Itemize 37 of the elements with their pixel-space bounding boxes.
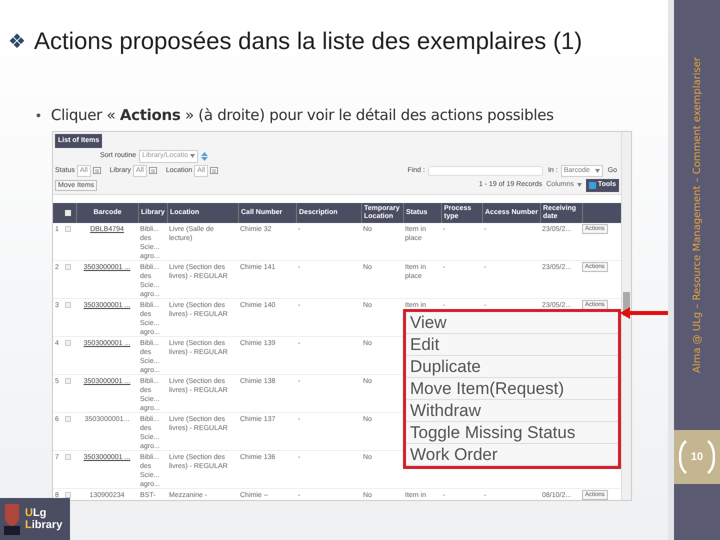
menu-item[interactable]: Withdraw bbox=[406, 400, 618, 422]
caret-icon bbox=[190, 154, 196, 158]
menu-item[interactable]: Edit bbox=[406, 334, 618, 356]
row-checkbox[interactable] bbox=[64, 378, 70, 384]
row-checkbox[interactable] bbox=[64, 416, 70, 422]
sort-arrows-icon[interactable] bbox=[201, 152, 208, 161]
bullet: • bbox=[36, 106, 41, 125]
menu-item[interactable]: Work Order bbox=[406, 444, 618, 466]
page-number: 10 bbox=[690, 450, 704, 465]
menu-item[interactable]: Move Item(Request) bbox=[406, 378, 618, 400]
menu-item[interactable]: View bbox=[406, 312, 618, 334]
row-checkbox[interactable] bbox=[64, 226, 70, 232]
footer-text: Alma @ ULg – Resource Management – Comment exemplariser bbox=[690, 57, 704, 373]
select-all-checkbox[interactable] bbox=[64, 210, 70, 216]
row-checkbox[interactable] bbox=[64, 454, 70, 460]
logo-text: Library bbox=[25, 519, 62, 531]
row-checkbox[interactable] bbox=[64, 302, 70, 308]
menu-item[interactable]: Toggle Missing Status bbox=[406, 422, 618, 444]
row-checkbox[interactable] bbox=[64, 340, 70, 346]
logo-text: ULg bbox=[25, 507, 48, 519]
crest-icon bbox=[2, 502, 22, 536]
menu-item[interactable]: Duplicate bbox=[406, 356, 618, 378]
pointer-arrow bbox=[620, 307, 668, 319]
bullet-text: Cliquer « Actions » (à droite) pour voir le détail des actions possibles bbox=[50, 105, 554, 126]
bracket-icon bbox=[678, 440, 687, 474]
caret-icon bbox=[594, 168, 600, 173]
find-field[interactable] bbox=[428, 166, 543, 176]
list-icon[interactable] bbox=[92, 167, 101, 174]
row-checkbox[interactable] bbox=[64, 492, 70, 498]
bracket-icon bbox=[707, 440, 716, 474]
caret-icon bbox=[576, 183, 582, 188]
slide-title: Actions proposées dans la liste des exemplaires (1) bbox=[34, 30, 582, 54]
diamond-bullet: ❖ bbox=[8, 32, 26, 52]
scrollbar[interactable] bbox=[621, 132, 631, 500]
row-checkbox[interactable] bbox=[64, 264, 70, 270]
list-icon[interactable] bbox=[210, 167, 218, 174]
list-icon[interactable] bbox=[148, 167, 157, 174]
